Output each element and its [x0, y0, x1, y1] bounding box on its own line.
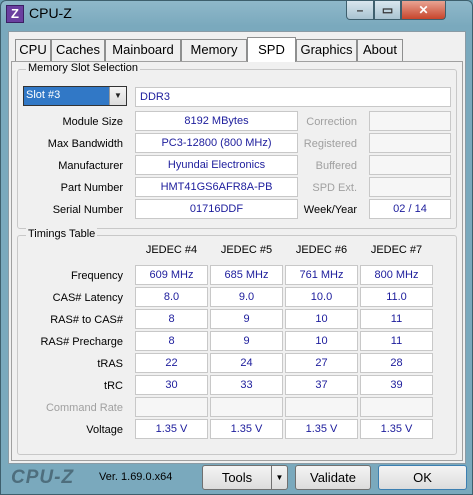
timing-cell: 11 — [360, 309, 433, 329]
timing-cell: 10 — [285, 331, 358, 351]
max-bandwidth-label: Max Bandwidth — [47, 138, 123, 150]
timing-cell: 37 — [285, 375, 358, 395]
timing-cell: 11.0 — [360, 287, 433, 307]
timing-row-label: tRAS — [97, 358, 123, 370]
spd-ext-label: SPD Ext. — [312, 182, 357, 194]
cpuz-window: Z CPU-Z – ▭ ✕ CPU Caches Mainboard Memor… — [0, 0, 473, 495]
timing-cell: 1.35 V — [210, 419, 283, 439]
timings-column-header: JEDEC #5 — [220, 244, 273, 256]
timing-cell: 8 — [135, 309, 208, 329]
tab-about[interactable]: About — [357, 39, 403, 61]
slot-select[interactable]: Slot #3 ▼ — [23, 86, 127, 106]
tab-spd[interactable]: SPD — [247, 37, 296, 62]
spd-panel: Memory Slot Selection Slot #3 ▼ DDR3 Mod… — [11, 61, 463, 461]
registered-value — [369, 133, 451, 153]
timing-row-label: RAS# Precharge — [40, 336, 123, 348]
slot-select-value: Slot #3 — [26, 89, 61, 101]
window-title: CPU-Z — [29, 5, 72, 21]
validate-button[interactable]: Validate — [295, 465, 371, 490]
timing-cell: 761 MHz — [285, 265, 358, 285]
timing-cell — [210, 397, 283, 417]
tab-mainboard[interactable]: Mainboard — [105, 39, 181, 61]
correction-label: Correction — [306, 116, 357, 128]
memory-slot-group-title: Memory Slot Selection — [26, 62, 141, 74]
serial-number-value: 01716DDF — [135, 199, 298, 219]
timing-cell: 1.35 V — [135, 419, 208, 439]
timing-cell: 800 MHz — [360, 265, 433, 285]
timing-cell: 9.0 — [210, 287, 283, 307]
timings-column-header: JEDEC #4 — [145, 244, 198, 256]
title-bar[interactable]: Z CPU-Z – ▭ ✕ — [1, 1, 472, 27]
buffered-label: Buffered — [315, 160, 357, 172]
part-number-label: Part Number — [60, 182, 123, 194]
timing-cell — [360, 397, 433, 417]
timing-cell: 22 — [135, 353, 208, 373]
manufacturer-label: Manufacturer — [58, 160, 123, 172]
module-size-value: 8192 MBytes — [135, 111, 298, 131]
timing-cell: 8.0 — [135, 287, 208, 307]
timing-cell: 24 — [210, 353, 283, 373]
registered-label: Registered — [303, 138, 357, 150]
memory-type-field: DDR3 — [135, 87, 451, 107]
cpuz-app-icon: Z — [6, 5, 24, 23]
timings-group-title: Timings Table — [26, 228, 98, 240]
timing-cell: 685 MHz — [210, 265, 283, 285]
timing-cell: 28 — [360, 353, 433, 373]
timing-cell: 39 — [360, 375, 433, 395]
tab-memory[interactable]: Memory — [181, 39, 247, 61]
timings-column-header: JEDEC #7 — [370, 244, 423, 256]
tools-button[interactable]: Tools — [202, 465, 272, 490]
week-year-label: Week/Year — [303, 204, 357, 216]
correction-value — [369, 111, 451, 131]
minimize-button[interactable]: – — [346, 1, 374, 20]
timings-column-header: JEDEC #6 — [295, 244, 348, 256]
timing-row-label: Command Rate — [45, 402, 123, 414]
timing-row-label: RAS# to CAS# — [50, 314, 123, 326]
tools-dropdown-arrow-icon[interactable]: ▼ — [271, 465, 288, 490]
close-button[interactable]: ✕ — [401, 1, 446, 20]
tab-caches[interactable]: Caches — [51, 39, 105, 61]
client-area: CPU Caches Mainboard Memory SPD Graphics… — [8, 31, 466, 464]
part-number-value: HMT41GS6AFR8A-PB — [135, 177, 298, 197]
timing-cell: 1.35 V — [285, 419, 358, 439]
timing-cell: 33 — [210, 375, 283, 395]
timing-cell: 10 — [285, 309, 358, 329]
timing-cell: 9 — [210, 331, 283, 351]
timing-row-label: Voltage — [86, 424, 123, 436]
timing-cell — [285, 397, 358, 417]
timing-cell: 27 — [285, 353, 358, 373]
chevron-down-icon[interactable]: ▼ — [109, 87, 126, 105]
manufacturer-value: Hyundai Electronics — [135, 155, 298, 175]
timing-cell — [135, 397, 208, 417]
timing-cell: 1.35 V — [360, 419, 433, 439]
version-text: Ver. 1.69.0.x64 — [99, 471, 173, 483]
serial-number-label: Serial Number — [52, 204, 123, 216]
timing-cell: 9 — [210, 309, 283, 329]
spd-ext-value — [369, 177, 451, 197]
timing-cell: 8 — [135, 331, 208, 351]
max-bandwidth-value: PC3-12800 (800 MHz) — [135, 133, 298, 153]
timing-cell: 10.0 — [285, 287, 358, 307]
tab-cpu[interactable]: CPU — [15, 39, 51, 61]
week-year-value: 02 / 14 — [369, 199, 451, 219]
timing-row-label: tRC — [104, 380, 123, 392]
cpuz-logo-text: CPU-Z — [11, 467, 75, 488]
timing-cell: 11 — [360, 331, 433, 351]
maximize-button[interactable]: ▭ — [374, 1, 401, 20]
module-size-label: Module Size — [62, 116, 123, 128]
footer-bar: CPU-Z Ver. 1.69.0.x64 Tools ▼ Validate O… — [1, 464, 472, 494]
timing-cell: 609 MHz — [135, 265, 208, 285]
ok-button[interactable]: OK — [378, 465, 467, 490]
timing-cell: 30 — [135, 375, 208, 395]
buffered-value — [369, 155, 451, 175]
timing-row-label: CAS# Latency — [52, 292, 123, 304]
tab-graphics[interactable]: Graphics — [296, 39, 357, 61]
timing-row-label: Frequency — [71, 270, 123, 282]
